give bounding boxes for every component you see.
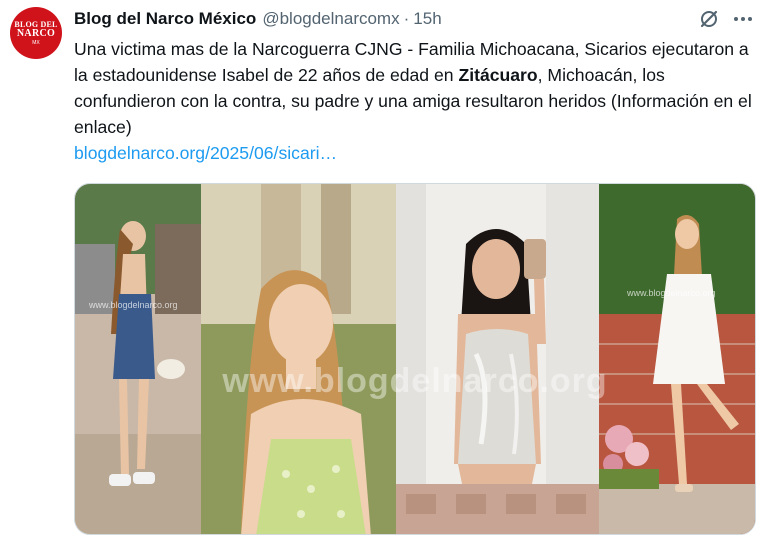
- more-button[interactable]: [730, 6, 756, 32]
- avatar-logo-line2: NARCO: [16, 27, 56, 39]
- photo-4[interactable]: [599, 184, 755, 534]
- photo-3-image: [396, 184, 599, 534]
- tweet-header: Blog del Narco México @blogdelnarcomx · …: [74, 8, 442, 30]
- grok-button[interactable]: [696, 6, 722, 32]
- photo-4-image: [599, 184, 755, 534]
- tweet-text-bold-location: Zitácuaro: [458, 65, 538, 85]
- avatar-logo-line3: MX: [32, 39, 40, 46]
- author-handle[interactable]: @blogdelnarcomx: [262, 9, 399, 29]
- tweet-link[interactable]: blogdelnarco.org/2025/06/sicari…: [74, 143, 337, 163]
- more-icon: [734, 17, 752, 21]
- photo-1[interactable]: [75, 184, 201, 534]
- avatar[interactable]: BLOG DEL NARCO MX: [10, 7, 62, 59]
- photo-2[interactable]: [201, 184, 396, 534]
- photo-3[interactable]: [396, 184, 599, 534]
- photo-1-image: [75, 184, 201, 534]
- grok-icon: [700, 10, 718, 28]
- tweet-text: Una victima mas de la Narcoguerra CJNG -…: [74, 36, 764, 166]
- timestamp[interactable]: 15h: [413, 9, 441, 29]
- separator-dot: ·: [403, 9, 410, 28]
- author-name[interactable]: Blog del Narco México: [74, 9, 256, 29]
- photo-2-image: [201, 184, 396, 534]
- media-grid: www.blogdelnarco.org www.blogdelnarco.or…: [74, 183, 756, 535]
